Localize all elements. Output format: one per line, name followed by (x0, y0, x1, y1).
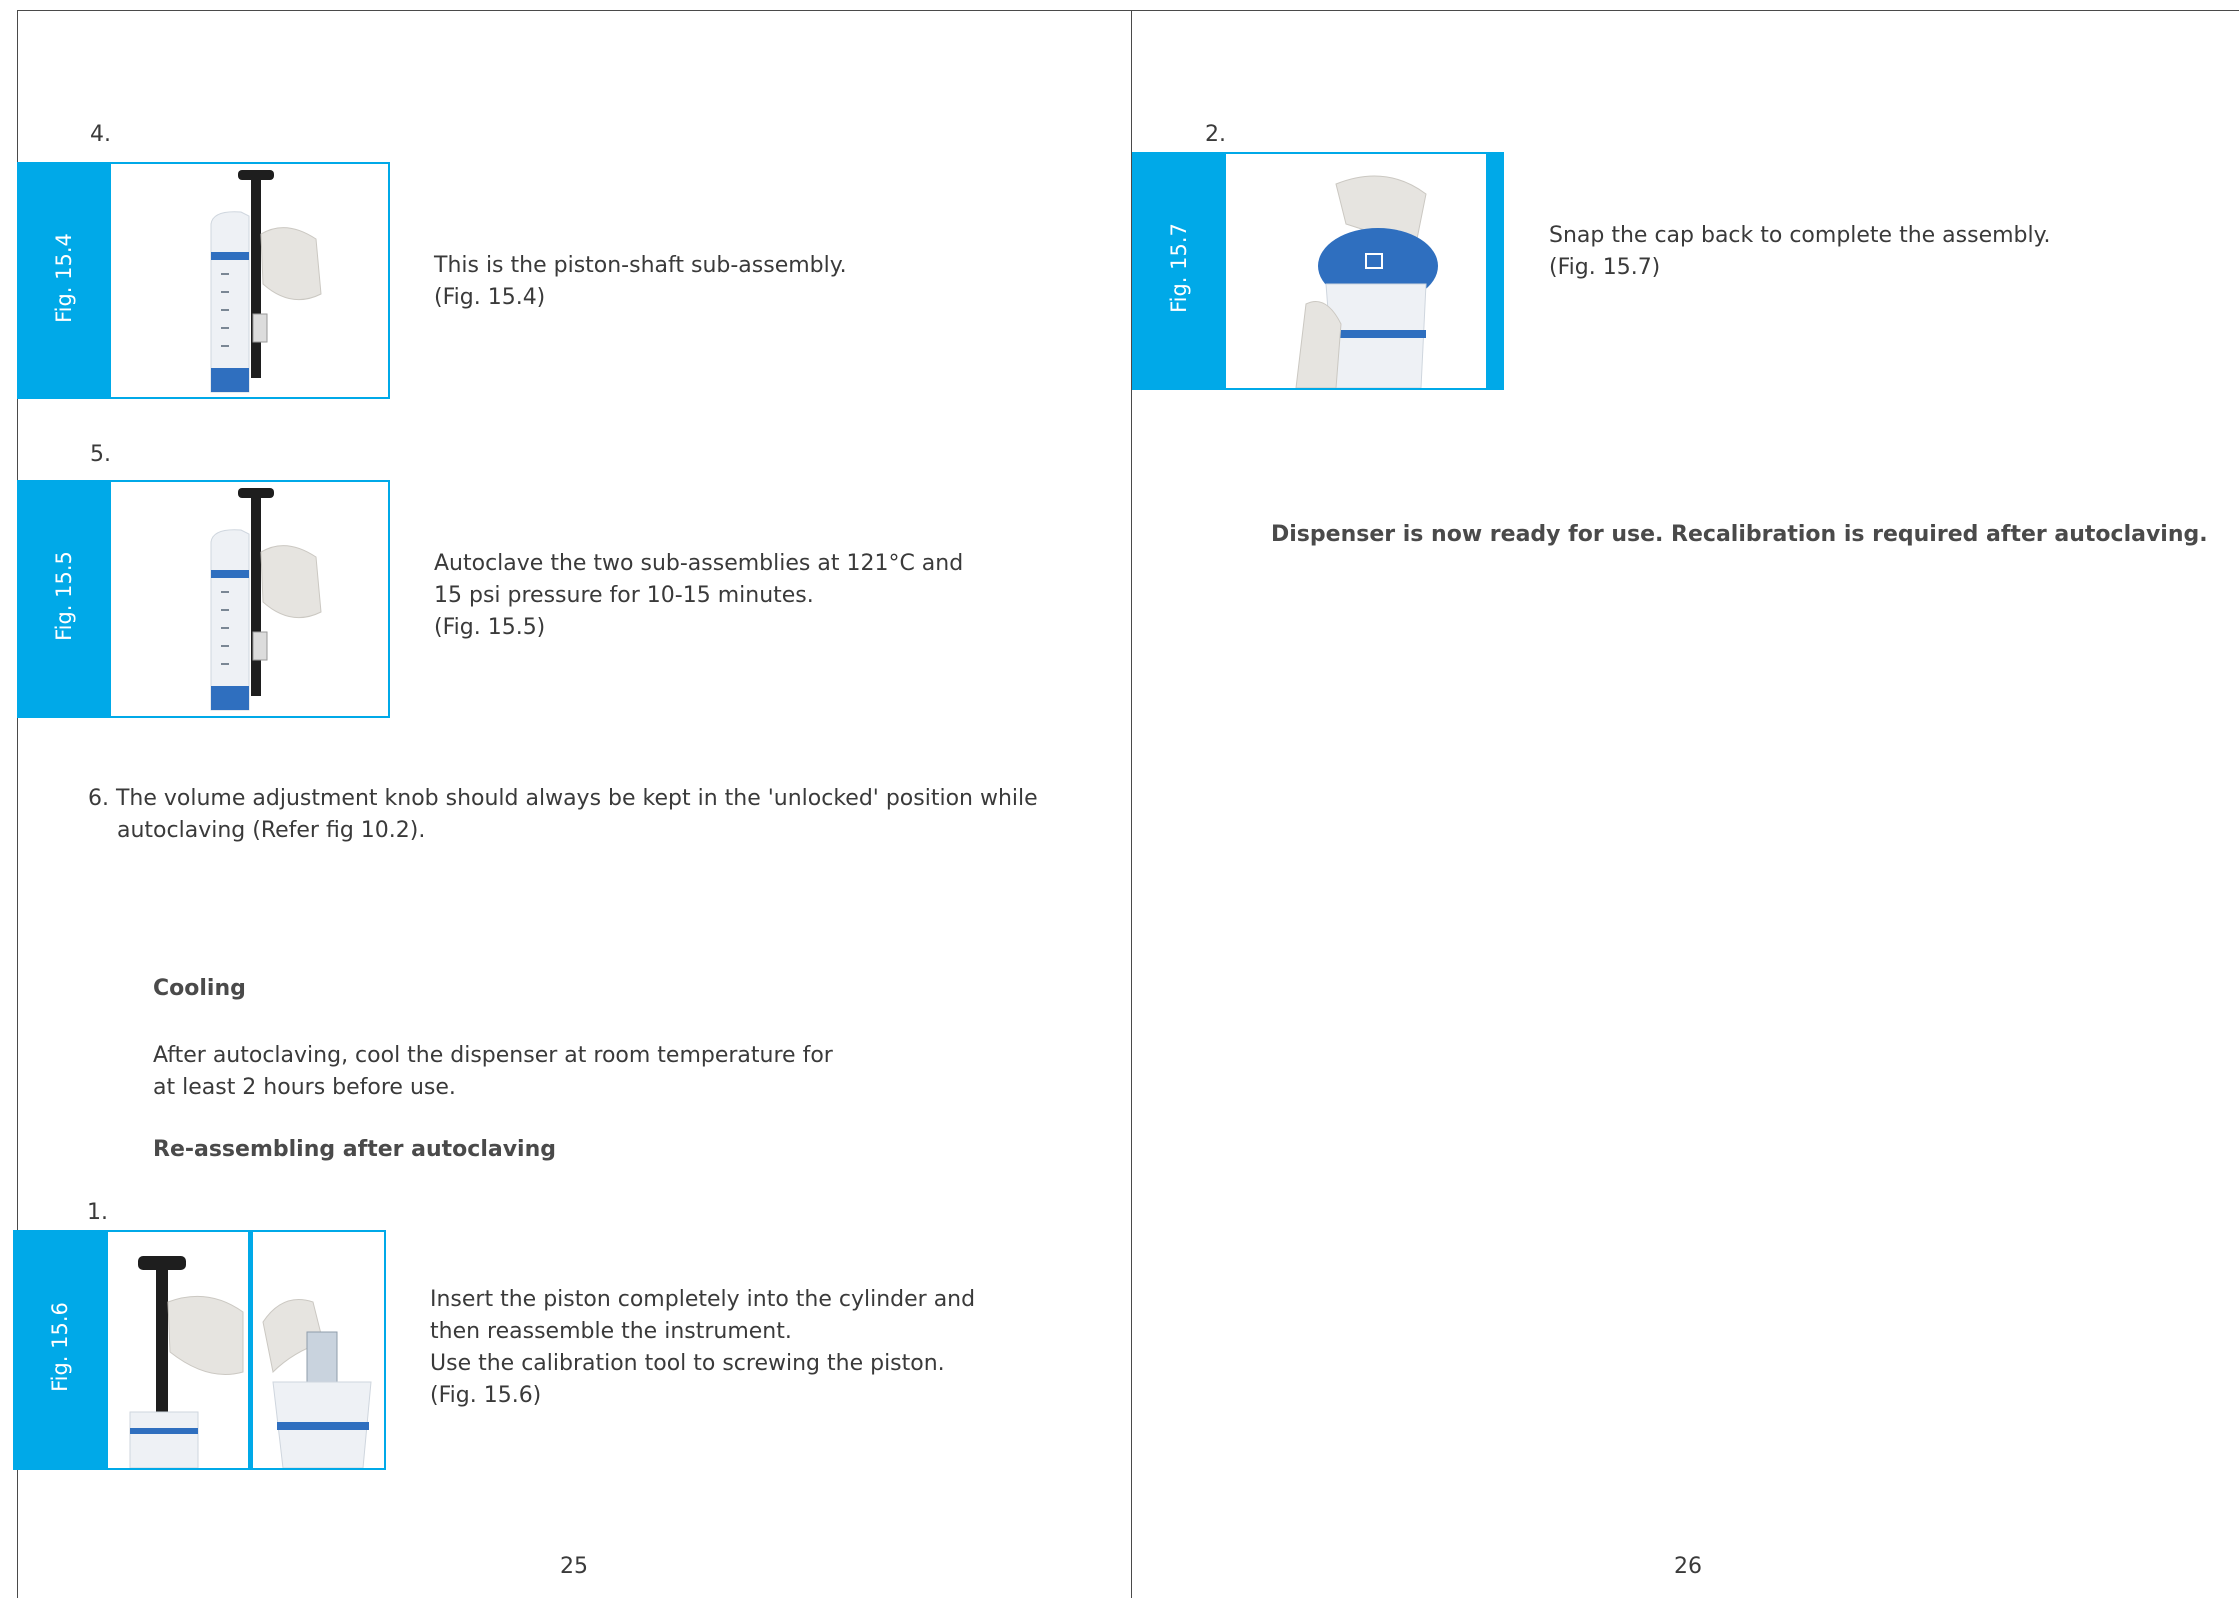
piston-shaft-photo (111, 164, 388, 397)
step-2-number: 2. (1205, 122, 1226, 147)
figure-15-4: Fig. 15.4 (17, 162, 390, 399)
figure-15-5: Fig. 15.5 (17, 480, 390, 718)
cap-snap-photo (1226, 154, 1486, 388)
reassembling-heading: Re-assembling after autoclaving (153, 1137, 556, 1162)
ready-note: Dispenser is now ready for use. Recalibr… (1271, 522, 2208, 547)
step-4-text-line-2: (Fig. 15.4) (434, 285, 546, 310)
top-rule (17, 10, 2239, 11)
step-4-number: 4. (90, 122, 111, 147)
step-6-text-line-1: 6. The volume adjustment knob should alw… (88, 786, 1038, 811)
step-6-text-line-2: autoclaving (Refer fig 10.2). (117, 818, 426, 843)
step-1-number: 1. (87, 1200, 108, 1225)
page-number-right: 26 (1674, 1554, 1702, 1579)
step-2-text-line-2: (Fig. 15.7) (1549, 255, 1661, 280)
step-1-text-line-4: (Fig. 15.6) (430, 1383, 542, 1408)
figure-label: Fig. 15.5 (52, 551, 76, 641)
step-5-text-line-1: Autoclave the two sub-assemblies at 121°… (434, 551, 964, 576)
step-1-text-line-2: then reassemble the instrument. (430, 1319, 792, 1344)
cooling-heading: Cooling (153, 976, 246, 1001)
figure-15-7: Fig. 15.7 (1132, 152, 1504, 390)
step-5-text-line-2: 15 psi pressure for 10-15 minutes. (434, 583, 814, 608)
sub-assemblies-photo (111, 482, 388, 716)
figure-label: Fig. 15.6 (48, 1302, 72, 1392)
step-5-number: 5. (90, 442, 111, 467)
piston-insert-photo (108, 1232, 248, 1468)
figure-label: Fig. 15.7 (1167, 223, 1191, 313)
step-1-text-line-1: Insert the piston completely into the cy… (430, 1287, 976, 1312)
step-4-text-line-1: This is the piston-shaft sub-assembly. (434, 253, 847, 278)
step-2-text-line-1: Snap the cap back to complete the assemb… (1549, 223, 2051, 248)
step-5-text-line-3: (Fig. 15.5) (434, 615, 546, 640)
figure-label: Fig. 15.4 (52, 233, 76, 323)
step-1-text-line-3: Use the calibration tool to screwing the… (430, 1351, 945, 1376)
calibration-tool-photo (253, 1232, 384, 1468)
page-number-left: 25 (560, 1554, 588, 1579)
figure-15-6: Fig. 15.6 (13, 1230, 386, 1470)
cooling-text-line-2: at least 2 hours before use. (153, 1075, 456, 1100)
cooling-text-line-1: After autoclaving, cool the dispenser at… (153, 1043, 833, 1068)
